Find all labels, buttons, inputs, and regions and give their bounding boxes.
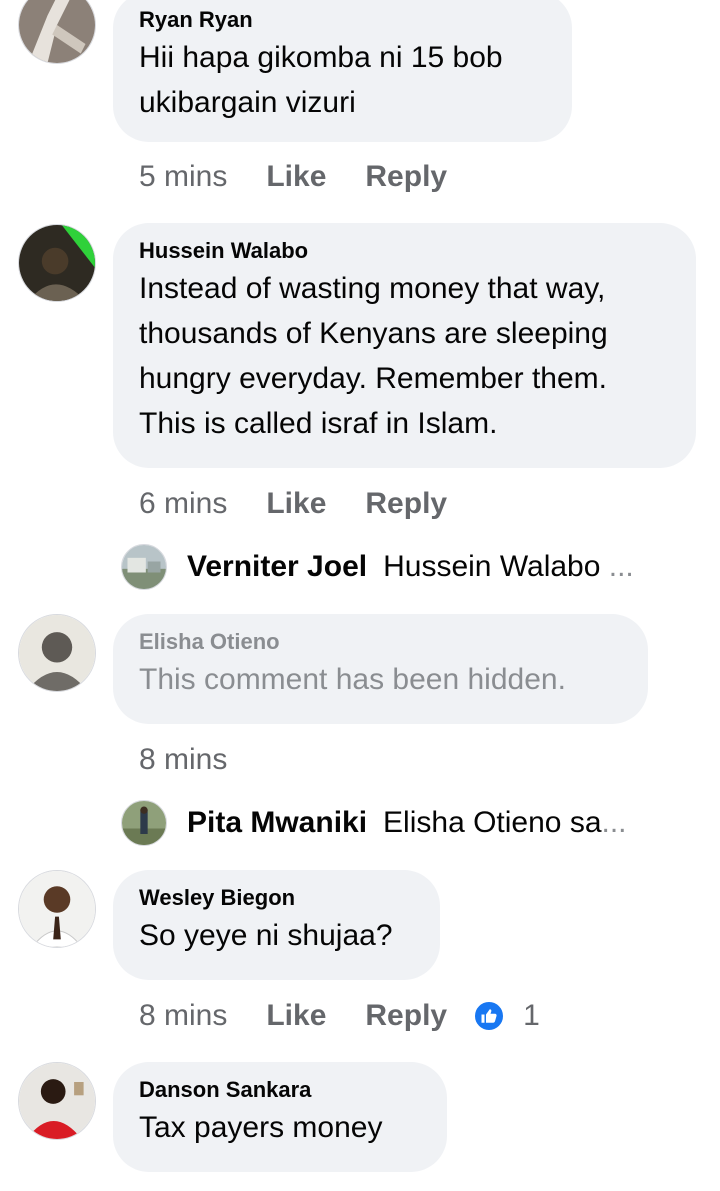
comment-bubble-hidden: Elisha Otieno This comment has been hidd… — [113, 614, 648, 724]
avatar-hussein-walabo[interactable] — [18, 224, 96, 302]
like-button[interactable]: Like — [266, 160, 326, 194]
like-button[interactable]: Like — [266, 487, 326, 521]
comment-actions: 6 mins Like Reply — [139, 484, 447, 524]
comment-timestamp[interactable]: 6 mins — [139, 487, 227, 521]
comment-text: Tax payers money — [139, 1111, 383, 1144]
comment-bubble: Wesley Biegon So yeye ni shujaa? — [113, 870, 440, 980]
comment-author[interactable]: Elisha Otieno — [139, 628, 622, 656]
comment-bubble: Danson Sankara Tax payers money — [113, 1062, 447, 1172]
reply-button[interactable]: Reply — [365, 160, 447, 194]
reply-button[interactable]: Reply — [365, 487, 447, 521]
reaction-count: 1 — [523, 999, 540, 1032]
reply-preview[interactable]: Verniter Joel Hussein Walabo ... — [121, 543, 634, 591]
comment-text: Instead of wasting money that way, thous… — [139, 272, 608, 440]
reply-snippet: Hussein Walabo ... — [383, 550, 634, 583]
reply-snippet: Elisha Otieno sa... — [383, 806, 627, 839]
like-button[interactable]: Like — [266, 999, 326, 1033]
avatar-ryan-ryan[interactable] — [18, 0, 96, 64]
avatar-pita-mwaniki — [121, 800, 167, 846]
avatar-danson-sankara[interactable] — [18, 1062, 96, 1140]
comment-timestamp[interactable]: 8 mins — [139, 999, 227, 1033]
comment-text: Hii hapa gikomba ni 15 bob ukibargain vi… — [139, 41, 503, 119]
avatar-elisha-otieno[interactable] — [18, 614, 96, 692]
comment-bubble: Hussein Walabo Instead of wasting money … — [113, 223, 696, 468]
reaction-summary[interactable]: 1 — [473, 999, 540, 1033]
comment-bubble: Ryan Ryan Hii hapa gikomba ni 15 bob uki… — [113, 0, 572, 142]
comment-author[interactable]: Hussein Walabo — [139, 237, 670, 265]
comment-author[interactable]: Ryan Ryan — [139, 6, 546, 34]
comment-timestamp[interactable]: 5 mins — [139, 160, 227, 194]
reply-button[interactable]: Reply — [365, 999, 447, 1033]
comment-author[interactable]: Danson Sankara — [139, 1076, 421, 1104]
avatar-wesley-biegon[interactable] — [18, 870, 96, 948]
comment-text: So yeye ni shujaa? — [139, 919, 393, 952]
reply-author: Pita Mwaniki — [187, 806, 368, 839]
comment-timestamp[interactable]: 8 mins — [139, 743, 227, 777]
comment-author[interactable]: Wesley Biegon — [139, 884, 414, 912]
comment-actions: 5 mins Like Reply — [139, 157, 447, 197]
hidden-comment-notice: This comment has been hidden. — [139, 663, 566, 696]
comment-actions: 8 mins — [139, 740, 227, 780]
avatar-verniter-joel — [121, 544, 167, 590]
reply-author: Verniter Joel — [187, 550, 368, 583]
reply-preview[interactable]: Pita Mwaniki Elisha Otieno sa... — [121, 799, 627, 847]
comment-actions: 8 mins Like Reply 1 — [139, 996, 540, 1036]
thumbs-up-icon — [473, 1000, 506, 1032]
